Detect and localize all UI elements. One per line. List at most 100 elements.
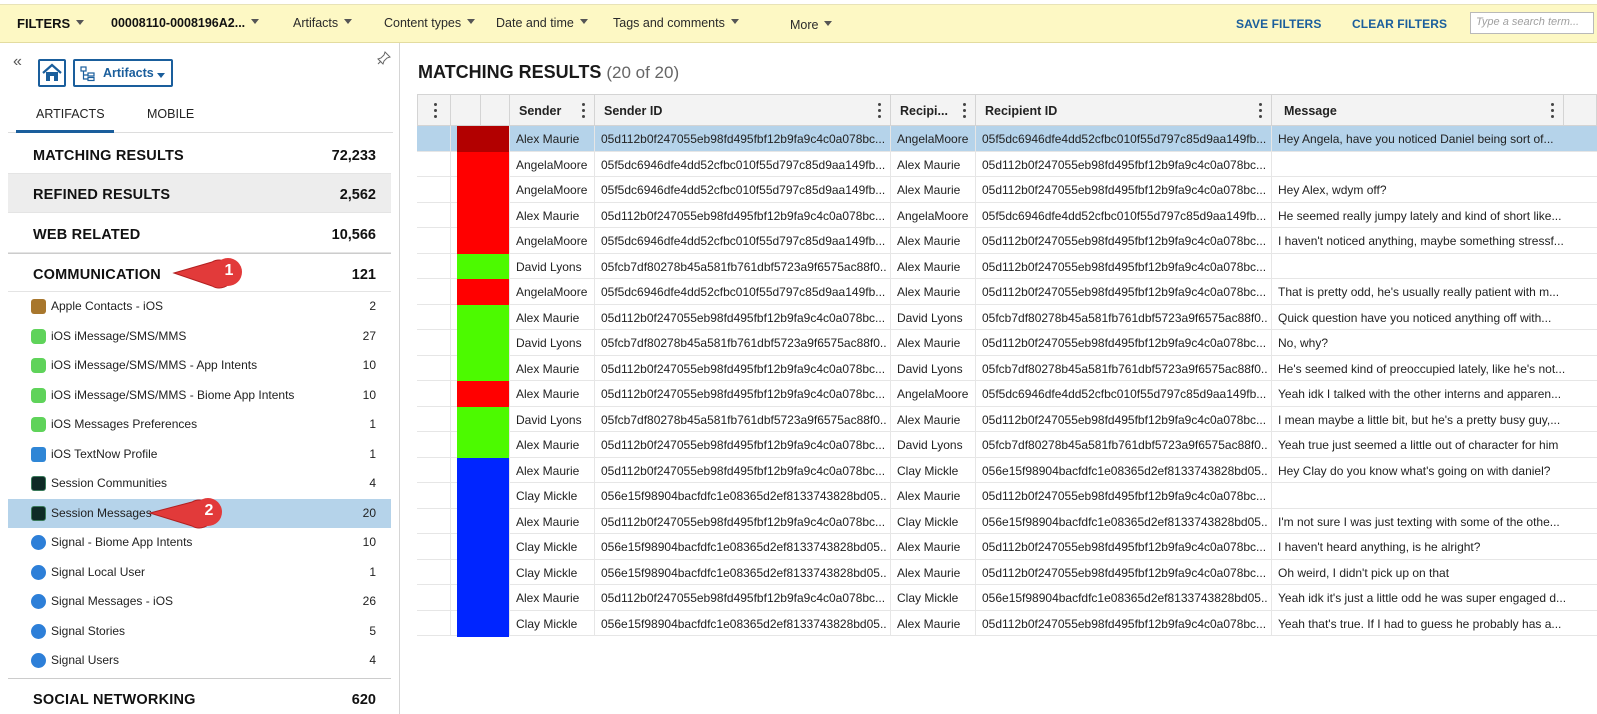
- table-row[interactable]: AngelaMoore 05f5dc6946dfe4dd52cfbc010f55d…: [417, 177, 1597, 203]
- home-button[interactable]: [38, 59, 66, 87]
- cell-recipient-id: 05fcb7df80278b45a581fb761dbf5723a9f6575a…: [982, 438, 1267, 452]
- table-row[interactable]: AngelaMoore 05f5dc6946dfe4dd52cfbc010f55d…: [417, 279, 1597, 305]
- table-row[interactable]: Clay Mickle 056e15f98904bacfdfc1e08365d2e…: [417, 559, 1597, 586]
- table-row[interactable]: Clay Mickle 056e15f98904bacfdfc1e08365d2e…: [417, 534, 1597, 560]
- row-options-header[interactable]: [418, 95, 451, 126]
- artifact-ios-imessage-app-intents[interactable]: iOS iMessage/SMS/MMS - App Intents 10: [8, 351, 391, 380]
- kebab-menu-icon[interactable]: [878, 103, 882, 119]
- kebab-menu-icon[interactable]: [582, 103, 586, 119]
- grid-line: [890, 330, 891, 356]
- category-web-related[interactable]: WEB RELATED 10,566: [8, 214, 391, 253]
- table-row[interactable]: Alex Maurie 05d112b0f247055eb98fd495fbf12…: [417, 457, 1597, 484]
- table-row[interactable]: Alex Maurie 05d112b0f247055eb98fd495fbf12…: [417, 355, 1597, 382]
- date-time-filter[interactable]: Date and time: [496, 16, 588, 30]
- artifact-ios-textnow-profile[interactable]: iOS TextNow Profile 1: [8, 440, 391, 469]
- kebab-menu-icon[interactable]: [1259, 103, 1263, 119]
- artifacts-filter[interactable]: Artifacts: [293, 16, 353, 30]
- artifacts-view-dropdown[interactable]: Artifacts: [73, 59, 173, 87]
- cell-recipient: Alex Maurie: [897, 412, 961, 427]
- artifact-session-communities[interactable]: Session Communities 4: [8, 469, 391, 498]
- more-filter[interactable]: More: [790, 18, 833, 32]
- table-row[interactable]: Clay Mickle 056e15f98904bacfdfc1e08365d2e…: [417, 483, 1597, 509]
- artifact-signal-stories[interactable]: Signal Stories 5: [8, 617, 391, 646]
- color-tag-swatch: [457, 304, 509, 331]
- artifact-signal-users[interactable]: Signal Users 4: [8, 646, 391, 675]
- pin-icon[interactable]: [377, 51, 391, 65]
- artifact-signal-biome[interactable]: Signal - Biome App Intents 10: [8, 528, 391, 557]
- case-dropdown[interactable]: 00008110-0008196A2...: [111, 16, 260, 30]
- kebab-menu-icon[interactable]: [1551, 103, 1555, 119]
- column-header-sender[interactable]: Sender: [510, 95, 595, 126]
- grid-line: [509, 559, 510, 585]
- results-count: (20 of 20): [606, 63, 680, 82]
- tag-column-header[interactable]: [451, 95, 481, 126]
- artifact-ios-imessage[interactable]: iOS iMessage/SMS/MMS 27: [8, 322, 391, 351]
- artifact-signal-messages[interactable]: Signal Messages - iOS 26: [8, 587, 391, 616]
- cell-message: He's seemed kind of preoccupied lately, …: [1278, 361, 1566, 376]
- color-tag-swatch: [457, 457, 509, 484]
- content-types-filter[interactable]: Content types: [384, 16, 476, 30]
- kebab-menu-icon[interactable]: [963, 103, 967, 119]
- artifact-name: Session Messages: [51, 505, 152, 520]
- column-header-recipient[interactable]: Recipi...: [891, 95, 976, 126]
- chevron-down-icon: [730, 19, 739, 25]
- clear-filters-button[interactable]: CLEAR FILTERS: [1352, 17, 1447, 31]
- filters-dropdown[interactable]: FILTERS: [17, 16, 85, 31]
- artifact-ios-messages-preferences[interactable]: iOS Messages Preferences 1: [8, 410, 391, 439]
- results-grid: Sender Sender ID Recipi... Recipient ID …: [417, 94, 1597, 714]
- grid-line: [509, 508, 510, 534]
- tab-artifacts[interactable]: ARTIFACTS: [36, 107, 105, 121]
- cell-recipient-id: 056e15f98904bacfdfc1e08365d2ef8133743828…: [982, 463, 1267, 478]
- cell-sender: Alex Maurie: [516, 438, 580, 452]
- table-row[interactable]: AngelaMoore 05f5dc6946dfe4dd52cfbc010f55d…: [417, 228, 1597, 254]
- tags-comments-filter[interactable]: Tags and comments: [613, 16, 739, 30]
- cell-recipient: Alex Maurie: [897, 540, 961, 554]
- table-row[interactable]: Alex Maurie 05d112b0f247055eb98fd495fbf12…: [417, 381, 1597, 407]
- category-social-networking[interactable]: SOCIAL NETWORKING 620: [8, 678, 391, 714]
- table-row[interactable]: David Lyons 05fcb7df80278b45a581fb761dbf5…: [417, 406, 1597, 433]
- artifact-ios-imessage-biome[interactable]: iOS iMessage/SMS/MMS - Biome App Intents…: [8, 381, 391, 410]
- grid-line: [890, 534, 891, 560]
- column-title: Sender: [519, 104, 562, 118]
- grid-line: [975, 406, 976, 432]
- search-input[interactable]: Type a search term...: [1470, 12, 1594, 34]
- tab-mobile[interactable]: MOBILE: [147, 107, 194, 121]
- session-icon: [31, 476, 46, 491]
- cell-sender-id: 05d112b0f247055eb98fd495fbf12b9fa9c4c0a0…: [601, 132, 886, 146]
- artifact-signal-local-user[interactable]: Signal Local User 1: [8, 558, 391, 587]
- table-row[interactable]: Alex Maurie 05d112b0f247055eb98fd495fbf12…: [417, 432, 1597, 458]
- save-filters-button[interactable]: SAVE FILTERS: [1236, 17, 1321, 31]
- column-header-recipient-id[interactable]: Recipient ID: [976, 95, 1272, 126]
- collapse-panel-icon[interactable]: «: [13, 53, 22, 71]
- cell-sender: Clay Mickle: [516, 540, 578, 554]
- artifact-apple-contacts[interactable]: Apple Contacts - iOS 2: [8, 292, 391, 321]
- cell-sender-id: 05fcb7df80278b45a581fb761dbf5723a9f6575a…: [601, 412, 886, 427]
- grid-line: [1271, 304, 1272, 330]
- grid-line: [1271, 508, 1272, 534]
- signal-icon: [31, 564, 46, 580]
- table-row[interactable]: David Lyons 05fcb7df80278b45a581fb761dbf5…: [417, 253, 1597, 280]
- table-row[interactable]: AngelaMoore 05f5dc6946dfe4dd52cfbc010f55d…: [417, 151, 1597, 178]
- category-matching-results[interactable]: MATCHING RESULTS 72,233: [8, 135, 391, 174]
- category-refined-results[interactable]: REFINED RESULTS 2,562: [8, 174, 391, 213]
- cell-message: Oh weird, I didn't pick up on that: [1278, 565, 1450, 580]
- table-row[interactable]: Alex Maurie 05d112b0f247055eb98fd495fbf12…: [417, 585, 1597, 611]
- grid-line: [450, 202, 451, 228]
- grid-line: [594, 559, 595, 585]
- table-row[interactable]: Alex Maurie 05d112b0f247055eb98fd495fbf12…: [417, 508, 1597, 535]
- column-header-message[interactable]: Message: [1272, 95, 1564, 126]
- table-row[interactable]: Clay Mickle 056e15f98904bacfdfc1e08365d2e…: [417, 610, 1597, 637]
- column-header-sender-id[interactable]: Sender ID: [595, 95, 891, 126]
- table-row[interactable]: David Lyons 05fcb7df80278b45a581fb761dbf5…: [417, 330, 1597, 356]
- color-column-header[interactable]: [481, 95, 510, 126]
- results-title-text: MATCHING RESULTS: [418, 62, 602, 82]
- cell-sender-id: 05f5dc6946dfe4dd52cfbc010f55d797c85d9aa1…: [601, 285, 886, 299]
- grid-line: [1271, 534, 1272, 560]
- cell-message: Yeah idk I talked with the other interns…: [1278, 387, 1562, 401]
- table-row[interactable]: Alex Maurie 05d112b0f247055eb98fd495fbf12…: [417, 202, 1597, 229]
- artifacts-filter-label: Artifacts: [293, 16, 339, 30]
- cell-recipient: Alex Maurie: [897, 234, 961, 248]
- cell-recipient-id: 05f5dc6946dfe4dd52cfbc010f55d797c85d9aa1…: [982, 387, 1267, 401]
- table-row[interactable]: Alex Maurie 05d112b0f247055eb98fd495fbf12…: [417, 126, 1597, 152]
- table-row[interactable]: Alex Maurie 05d112b0f247055eb98fd495fbf12…: [417, 304, 1597, 331]
